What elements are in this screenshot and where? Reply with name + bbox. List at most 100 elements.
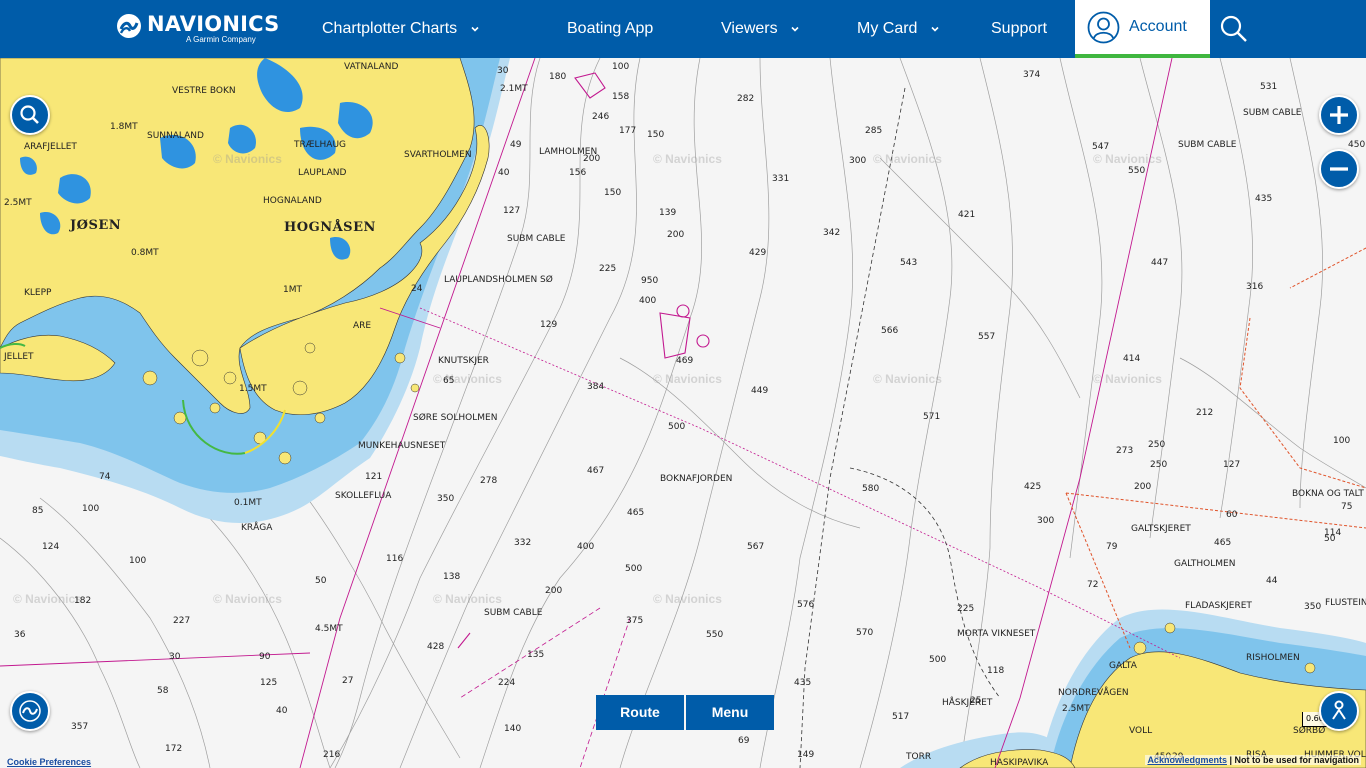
- acknowledgments-link[interactable]: Acknowledgments: [1147, 755, 1227, 765]
- nav-support[interactable]: Support: [991, 0, 1047, 58]
- account-button[interactable]: Account: [1075, 0, 1210, 58]
- depth-sounding: 225: [957, 604, 975, 614]
- place-label: FLUSTEIN: [1325, 598, 1366, 608]
- nautical-chart-map[interactable]: © Navionics © Navionics © Navionics © Na…: [0, 58, 1366, 768]
- depth-sounding: 182: [74, 596, 92, 606]
- depth-sounding: 550: [706, 630, 724, 640]
- menu-button[interactable]: Menu: [686, 695, 774, 730]
- nav-boating-app[interactable]: Boating App: [567, 0, 653, 58]
- depth-sounding: 172: [165, 744, 183, 754]
- depth-sounding: 100: [612, 62, 630, 72]
- watermark: © Navionics: [433, 592, 502, 606]
- navionics-logo[interactable]: NAVIONICS A Garmin Company: [116, 11, 279, 45]
- depth-sounding: 332: [514, 538, 532, 548]
- place-label: VATNALAND: [344, 62, 399, 72]
- depth-sounding: 576: [797, 600, 815, 610]
- depth-sounding: 24: [411, 284, 423, 294]
- navionics-logo-icon: [117, 14, 141, 38]
- depth-sounding: 149: [797, 750, 815, 760]
- depth-sounding: 79: [1106, 542, 1118, 552]
- zoom-out-button[interactable]: [1319, 149, 1359, 189]
- watermark: © Navionics: [653, 372, 722, 386]
- watermark: © Navionics: [1093, 372, 1162, 386]
- watermark: © Navionics: [1093, 152, 1162, 166]
- place-label: FLADASKJERET: [1185, 601, 1252, 611]
- depth-sounding: 116: [386, 554, 404, 564]
- depth-sounding: 400: [639, 296, 657, 306]
- depth-sounding: 25: [970, 696, 982, 706]
- depth-sounding: 125: [260, 678, 278, 688]
- watermark: © Navionics: [213, 592, 282, 606]
- top-navigation-bar: NAVIONICS A Garmin Company Chartplotter …: [0, 0, 1366, 58]
- nav-label: Boating App: [567, 20, 654, 37]
- cookie-preferences-link[interactable]: Cookie Preferences: [7, 757, 91, 767]
- depth-sounding: 450: [1348, 140, 1366, 150]
- depth-sounding: 177: [619, 126, 637, 136]
- depth-sounding: 547: [1092, 142, 1110, 152]
- place-label: TRÆLHAUG: [294, 140, 347, 150]
- depth-sounding: 357: [71, 722, 89, 732]
- depth-sounding: 465: [627, 508, 645, 518]
- depth-sounding: 246: [592, 112, 610, 122]
- depth-sounding: 212: [1196, 408, 1214, 418]
- search-icon[interactable]: [1219, 14, 1249, 44]
- depth-sounding: 85: [32, 506, 44, 516]
- active-indicator: [1075, 54, 1210, 58]
- depth-sounding: 60: [1226, 510, 1238, 520]
- depth-sounding: 227: [173, 616, 191, 626]
- route-button[interactable]: Route: [596, 695, 684, 730]
- depth-sounding: 30: [169, 652, 181, 662]
- place-label: VOLL: [1129, 726, 1153, 736]
- nav-label: Viewers: [721, 20, 778, 37]
- depth-sounding: 127: [503, 206, 521, 216]
- place-label: ARAFJELLET: [24, 142, 77, 152]
- place-label: SUBM CABLE: [484, 608, 543, 618]
- depth-sounding: 140: [504, 724, 522, 734]
- depth-sounding: 435: [794, 678, 812, 688]
- depth-sounding: 316: [1246, 282, 1264, 292]
- depth-sounding: 950: [641, 276, 659, 286]
- layers-button[interactable]: [10, 691, 50, 731]
- depth-sounding: 429: [749, 248, 767, 258]
- depth-sounding: 200: [667, 230, 685, 240]
- person-icon: [1332, 700, 1346, 720]
- place-label: KLEPP: [24, 288, 52, 298]
- depth-sounding: 121: [365, 472, 383, 482]
- depth-sounding: 580: [862, 484, 880, 494]
- depth-sounding: 100: [82, 504, 100, 514]
- depth-sounding: 571: [923, 412, 941, 422]
- profile-button[interactable]: [1319, 691, 1359, 731]
- place-label: SUBM CABLE: [507, 234, 566, 244]
- nav-chartplotter-charts[interactable]: Chartplotter Charts: [322, 0, 480, 58]
- depth-sounding: 400: [577, 542, 595, 552]
- account-label: Account: [1129, 18, 1187, 35]
- depth-sounding: 158: [612, 92, 630, 102]
- route-menu-bar: Route Menu: [596, 695, 774, 730]
- depth-sounding: 50: [315, 576, 327, 586]
- depth-sounding: 74: [99, 472, 111, 482]
- depth-sounding: 550: [1128, 166, 1146, 176]
- depth-sounding: 465: [1214, 538, 1232, 548]
- nav-label: Chartplotter Charts: [322, 20, 458, 37]
- user-circle-icon: [1087, 11, 1120, 44]
- nav-viewers[interactable]: Viewers: [721, 0, 800, 58]
- place-label: SØRE SOLHOLMEN: [413, 413, 498, 423]
- navigation-disclaimer: | Not to be used for navigation: [1229, 755, 1359, 765]
- zoom-in-button[interactable]: [1319, 95, 1359, 135]
- depth-sounding: 467: [587, 466, 605, 476]
- depth-sounding: 384: [587, 382, 605, 392]
- place-label: JELLET: [4, 352, 34, 362]
- depth-sounding: 100: [1333, 436, 1351, 446]
- nav-label: My Card: [857, 20, 918, 37]
- depth-sounding: 567: [747, 542, 765, 552]
- place-label: TORR: [906, 752, 932, 762]
- depth-sounding: 27: [342, 676, 354, 686]
- depth-sounding: 300: [1037, 516, 1055, 526]
- place-label: BOKNA OG TALT: [1292, 489, 1364, 499]
- depth-sounding: 250: [1148, 440, 1166, 450]
- depth-sounding: 350: [1304, 602, 1322, 612]
- nav-my-card[interactable]: My Card: [857, 0, 940, 58]
- map-search-button[interactable]: [10, 95, 50, 135]
- chevron-down-icon: [931, 26, 939, 32]
- depth-sounding: 342: [823, 228, 841, 238]
